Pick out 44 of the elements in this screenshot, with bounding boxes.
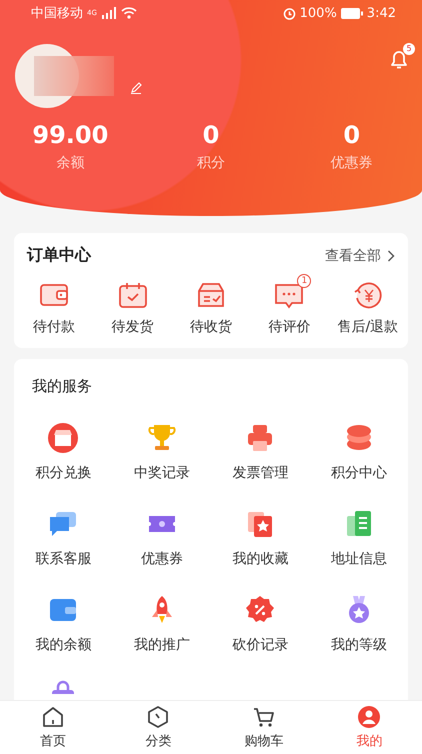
service-button[interactable]: 优惠券 [112, 508, 211, 568]
service-button[interactable]: 发票管理 [211, 422, 310, 482]
yen-refund-icon [352, 280, 384, 310]
order-status-button[interactable]: 售后/退款 [328, 272, 408, 336]
tab[interactable]: 分类 [106, 701, 211, 754]
service-button[interactable]: 我的推广 [112, 594, 211, 654]
hexagon-icon [146, 705, 170, 729]
order-status-button[interactable]: 1 待评价 [250, 272, 329, 336]
service-button[interactable]: 地址信息 [310, 508, 408, 568]
service-button[interactable]: 我的等级 [310, 594, 408, 654]
edit-icon [130, 82, 142, 94]
order-status-button[interactable]: 待发货 [93, 272, 172, 336]
tab[interactable]: 购物车 [211, 701, 316, 754]
count-badge: 1 [297, 274, 312, 288]
chevron-right-icon [387, 250, 395, 262]
service-button[interactable]: 中奖记录 [112, 422, 211, 482]
order-status-button[interactable]: 待付款 [15, 272, 94, 336]
calendar-icon [116, 280, 149, 310]
service-button[interactable]: 积分兑换 [14, 422, 112, 482]
wifi-icon [120, 7, 137, 19]
section-title: 我的服务 [31, 377, 93, 396]
battery-icon [340, 8, 363, 18]
tab[interactable]: 我的 [316, 701, 422, 754]
stat-label: 优惠券 [330, 154, 373, 172]
signal-icon [100, 7, 117, 19]
service-button[interactable]: 联系客服 [14, 508, 112, 568]
cart-icon [252, 705, 276, 729]
stat-label: 积分 [197, 154, 225, 172]
service-button[interactable]: 积分中心 [310, 422, 408, 482]
clock-time: 3:42 [366, 6, 396, 20]
profile-icon [357, 705, 382, 729]
carrier-name: 中国移动 [31, 5, 83, 22]
service-button[interactable]: 我的余额 [14, 594, 112, 654]
section-title: 订单中心 [27, 245, 91, 266]
battery-level: 100% [300, 6, 337, 20]
alarm-icon [282, 6, 296, 20]
order-status-button[interactable]: 待收货 [172, 272, 250, 336]
home-icon [40, 705, 65, 729]
stat-label: 余额 [56, 154, 84, 172]
notification-badge: 5 [403, 43, 415, 55]
tab[interactable]: 首页 [0, 701, 106, 754]
service-button[interactable]: 砍价记录 [211, 594, 310, 654]
view-all-link[interactable]: 查看全部 [325, 246, 381, 264]
service-button[interactable]: 我的收藏 [211, 508, 310, 568]
